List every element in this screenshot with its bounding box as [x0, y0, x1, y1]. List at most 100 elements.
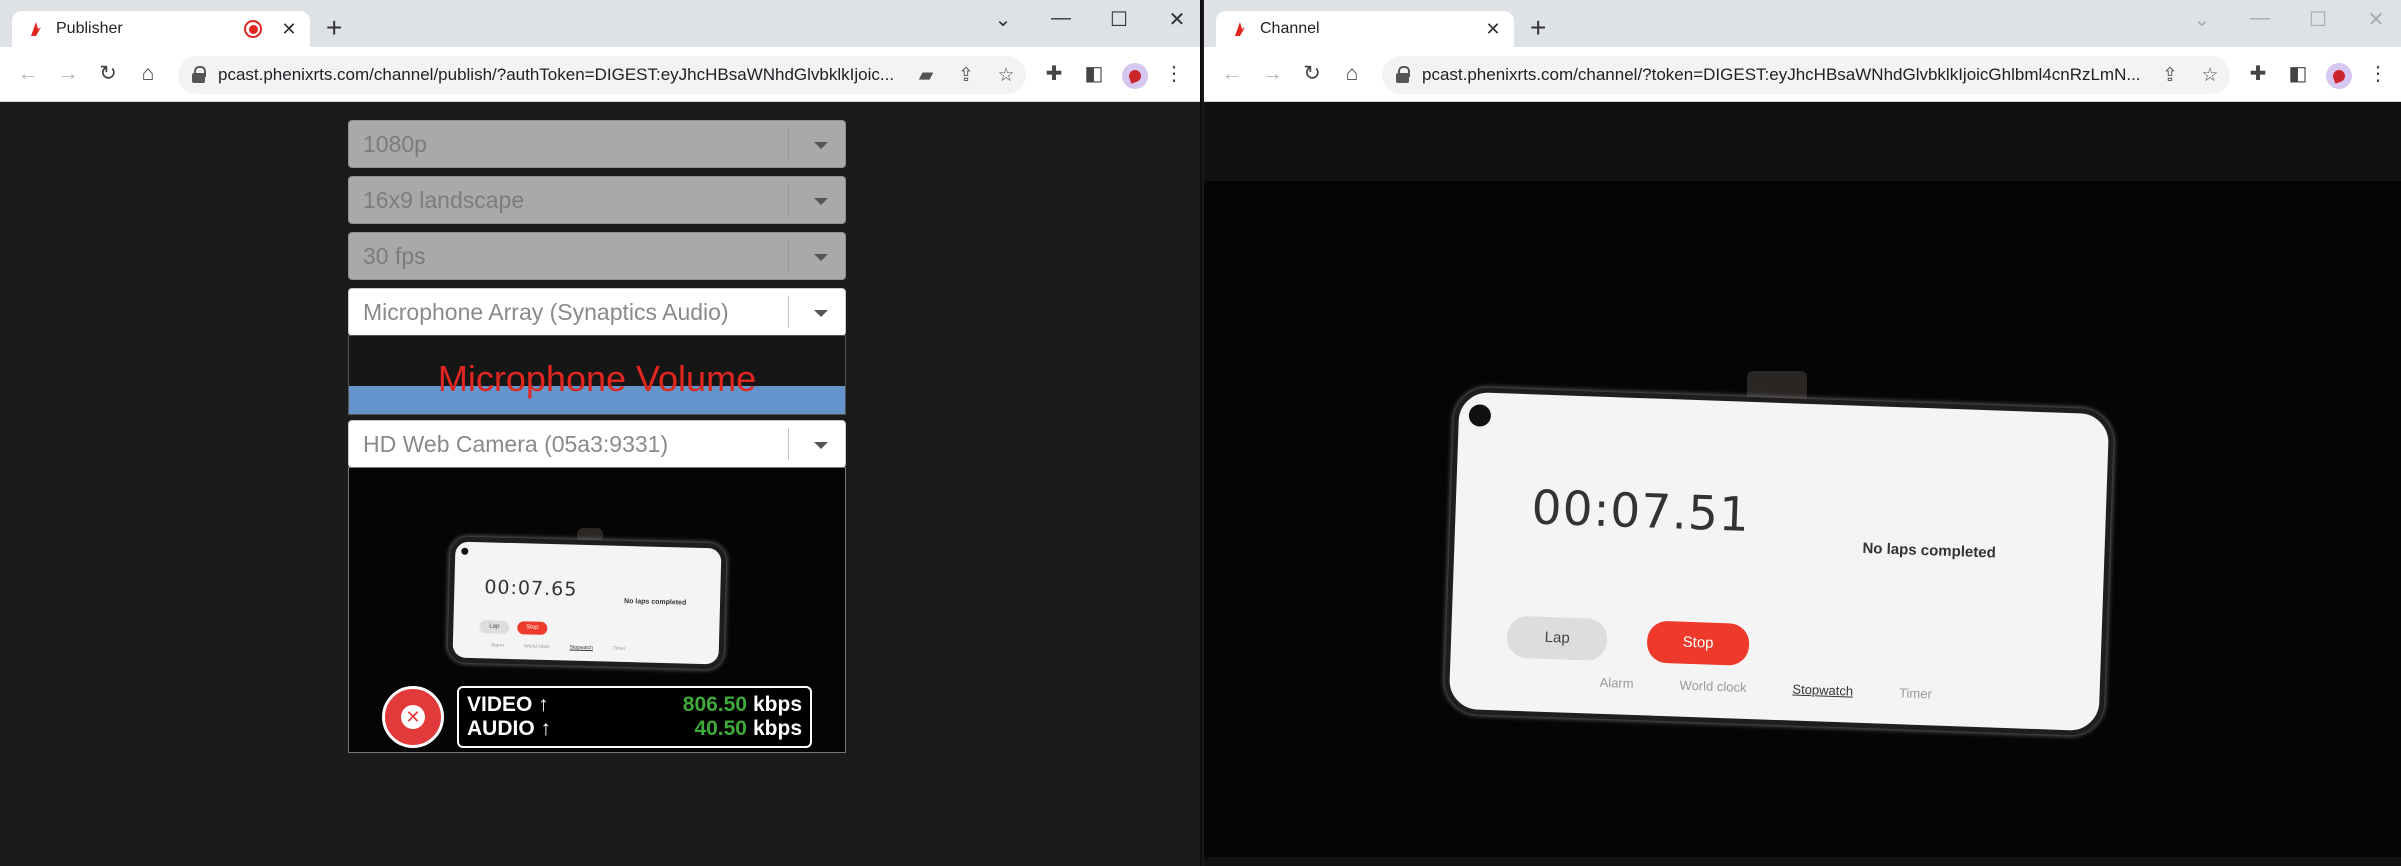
video-stat-row: VIDEO ↑ 806.50 kbps [467, 693, 802, 717]
channel-window: Channel ✕ + ⌄ — ☐ ✕ ← → ↻ ⌂ pcast.phenix… [1204, 0, 2401, 866]
chevron-down-icon [789, 421, 845, 467]
phone-tab-active: Stopwatch [1792, 681, 1854, 699]
avatar[interactable] [2326, 63, 2352, 89]
tab-title: Publisher [56, 20, 123, 37]
tab-title: Channel [1260, 20, 1320, 37]
phone-camera [461, 547, 469, 555]
tab-channel[interactable]: Channel ✕ [1216, 11, 1514, 47]
reload-button[interactable]: ↻ [1298, 60, 1326, 88]
video-bitrate: 806.50 [682, 693, 747, 716]
framerate-value: 30 fps [363, 242, 426, 269]
address-bar[interactable]: pcast.phenixrts.com/channel/?token=DIGES… [1382, 56, 2230, 94]
phone-tab-active: Stopwatch [569, 644, 594, 652]
side-panel-icon[interactable]: ◧ [1080, 61, 1108, 87]
chevron-down-icon [789, 233, 845, 279]
maximize-button[interactable]: ☐ [1090, 7, 1148, 32]
chevron-down-icon [789, 177, 845, 223]
reload-button[interactable]: ↻ [94, 60, 122, 88]
aspect-ratio-value: 16x9 landscape [363, 186, 525, 213]
phone-tab: Timer [1898, 685, 1933, 702]
address-bar[interactable]: pcast.phenixrts.com/channel/publish/?aut… [178, 56, 1026, 94]
audio-label: AUDIO ↑ [467, 717, 551, 740]
stop-x-icon: ✕ [405, 706, 421, 728]
camera-icon[interactable]: ▰ [906, 64, 946, 87]
star-icon[interactable]: ☆ [2190, 64, 2230, 87]
chevron-down-icon [789, 289, 845, 335]
stopwatch-time: 00:07.65 [484, 576, 578, 601]
video-label: VIDEO ↑ [467, 693, 549, 716]
recording-icon [244, 20, 262, 38]
bitrate-stats: VIDEO ↑ 806.50 kbps AUDIO ↑ 40.50 kbps [457, 686, 812, 748]
framerate-select[interactable]: 30 fps [348, 232, 846, 280]
aspect-ratio-select[interactable]: 16x9 landscape [348, 176, 846, 224]
stream-phone: 00:07.51 No laps completed Lap Stop Alar… [1443, 386, 2115, 737]
lock-icon [192, 66, 206, 84]
stopwatch-time: 00:07.51 [1530, 480, 1751, 543]
tab-search-icon[interactable]: ⌄ [974, 7, 1032, 32]
phone-tab: World clock [523, 643, 550, 651]
close-tab-icon[interactable]: ✕ [1482, 19, 1504, 40]
chevron-down-icon [789, 121, 845, 167]
browser-toolbar: ← → ↻ ⌂ pcast.phenixrts.com/channel/publ… [0, 47, 1200, 102]
kebab-menu-icon[interactable]: ⋮ [2364, 61, 2392, 87]
window-controls: ⌄ — ☐ ✕ [2173, 7, 2401, 32]
star-icon[interactable]: ☆ [986, 64, 1026, 87]
stop-publishing-button[interactable]: ✕ [382, 686, 444, 748]
close-window-button[interactable]: ✕ [1148, 7, 1200, 32]
phone-tab: Timer [612, 645, 626, 653]
lock-icon [1396, 66, 1410, 84]
share-icon[interactable]: ⇪ [946, 64, 986, 87]
puzzle-icon[interactable]: ✚ [1040, 61, 1068, 87]
channel-page: 00:07.51 No laps completed Lap Stop Alar… [1204, 103, 2401, 866]
lap-button: Lap [1506, 615, 1608, 662]
phone-tab: Alarm [490, 642, 504, 649]
audio-stat-row: AUDIO ↑ 40.50 kbps [467, 717, 802, 741]
camera-value: HD Web Camera (05a3:9331) [363, 430, 669, 457]
minimize-button[interactable]: — [2231, 7, 2289, 32]
puzzle-icon[interactable]: ✚ [2244, 61, 2272, 87]
avatar[interactable] [1122, 63, 1148, 89]
home-button[interactable]: ⌂ [1338, 60, 1366, 88]
share-icon[interactable]: ⇪ [2150, 64, 2190, 87]
minimize-button[interactable]: — [1032, 7, 1090, 32]
preview-phone: 00:07.65 No laps completed Lap Stop Alar… [447, 536, 727, 670]
phone-tab: World clock [1679, 677, 1747, 695]
phenix-logo-icon [1232, 21, 1248, 37]
audio-unit: kbps [752, 717, 802, 740]
new-tab-button[interactable]: + [326, 14, 342, 42]
video-stream: 00:07.51 No laps completed Lap Stop Alar… [1204, 181, 2401, 857]
camera-select[interactable]: HD Web Camera (05a3:9331) [348, 420, 846, 468]
close-window-button[interactable]: ✕ [2347, 7, 2401, 32]
back-button[interactable]: ← [1218, 60, 1246, 88]
tab-search-icon[interactable]: ⌄ [2173, 7, 2231, 32]
new-tab-button[interactable]: + [1530, 14, 1546, 42]
video-unit: kbps [752, 693, 802, 716]
microphone-select[interactable]: Microphone Array (Synaptics Audio) [348, 288, 846, 336]
resolution-select[interactable]: 1080p [348, 120, 846, 168]
phenix-logo-icon [28, 21, 44, 37]
home-button[interactable]: ⌂ [134, 60, 162, 88]
tab-publisher[interactable]: Publisher ✕ [12, 11, 310, 47]
close-tab-icon[interactable]: ✕ [278, 19, 300, 40]
lap-button: Lap [479, 620, 510, 634]
maximize-button[interactable]: ☐ [2289, 7, 2347, 32]
resolution-value: 1080p [363, 130, 427, 157]
publisher-page: 1080p 16x9 landscape 30 fps Microphone A… [0, 103, 1200, 866]
back-button[interactable]: ← [14, 60, 42, 88]
window-controls: ⌄ — ☐ ✕ [974, 7, 1200, 32]
stop-button: Stop [517, 621, 548, 635]
microphone-volume-meter: Microphone Volume [348, 335, 846, 415]
tab-strip: Publisher ✕ + ⌄ — ☐ ✕ [0, 0, 1200, 47]
publisher-window: Publisher ✕ + ⌄ — ☐ ✕ ← → ↻ ⌂ pcast.phen… [0, 0, 1202, 866]
no-laps-text: No laps completed [1862, 539, 1997, 562]
phone-tabs: Alarm World clock Stopwatch Timer [491, 642, 626, 652]
tab-strip: Channel ✕ + ⌄ — ☐ ✕ [1204, 0, 2401, 47]
audio-bitrate: 40.50 [694, 717, 747, 740]
microphone-value: Microphone Array (Synaptics Audio) [363, 298, 729, 325]
microphone-volume-label: Microphone Volume [437, 358, 757, 399]
forward-button[interactable]: → [1258, 60, 1286, 88]
kebab-menu-icon[interactable]: ⋮ [1160, 61, 1188, 87]
forward-button[interactable]: → [54, 60, 82, 88]
url-text: pcast.phenixrts.com/channel/publish/?aut… [218, 65, 895, 84]
side-panel-icon[interactable]: ◧ [2284, 61, 2312, 87]
